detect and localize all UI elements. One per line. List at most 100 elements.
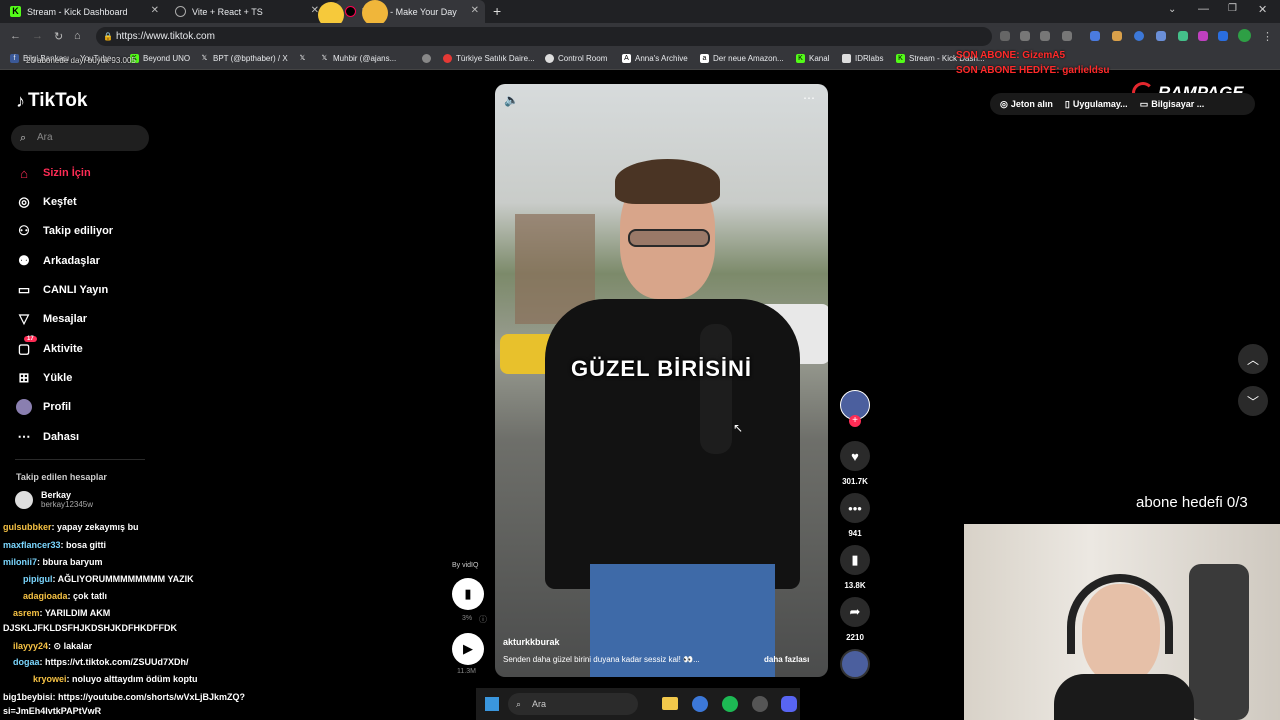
plus-square-icon: ⊞ [18,370,30,385]
extension-icon[interactable] [1090,31,1100,41]
sidepanel-icon[interactable] [1218,31,1228,41]
nav-following[interactable]: ⚇ Takip ediliyor [15,220,113,242]
chat-text: : YARILDIM AKM [39,608,111,618]
chat-message: gulsubbker: yapay zekaymış bu [3,522,139,532]
app-icon[interactable] [752,696,768,712]
desktop-app-button[interactable]: Bilgisayar ... [1151,99,1204,109]
bookmark-item[interactable]: Türkiye Satılık Daire... [443,54,535,63]
extension-icon[interactable] [1112,31,1122,41]
nav-activity[interactable]: ▢ 17 Aktivite [15,336,83,360]
home-icon[interactable]: ⌂ [74,30,81,42]
chat-user: kryowei [33,674,67,684]
chrome-icon[interactable] [692,696,708,712]
menu-icon[interactable]: ⋮ [1262,30,1273,43]
bookmark-item[interactable]: a Der neue Amazon... [700,54,784,63]
nav-more[interactable]: ⋯ Dahası [15,426,80,448]
taskbar-search[interactable]: ⌕ Ara [508,693,638,715]
windows-start-icon[interactable] [485,697,499,711]
get-app-button[interactable]: Uygulamay... [1073,99,1128,109]
tab-kick-dashboard[interactable]: K Stream - Kick Dashboard ✕ [0,0,165,23]
comment-button[interactable]: ••• [840,493,870,523]
bookmark-label: BPT (@bpthaber) / X [213,54,288,63]
ellipsis-icon: ⋯ [17,429,31,444]
follow-plus-icon[interactable]: + [849,415,861,427]
tab-tiktok[interactable]: TikTok - Make Your Day ✕ [335,0,485,23]
nav-upload[interactable]: ⊞ Yükle [15,367,73,389]
volume-icon[interactable]: 🔈 [504,93,519,107]
chat-text: : ⊙ lakalar [48,641,93,651]
nav-messages[interactable]: ▽ Mesajlar [15,308,87,330]
more-link[interactable]: daha fazlası [764,655,809,664]
bookmark-item[interactable]: A Anna's Archive [622,54,688,63]
nav-for-you[interactable]: ⌂ Sizin İçin [15,162,91,184]
search-input[interactable]: ⌕ Ara [11,125,149,151]
followed-accounts-title: Takip edilen hesaplar [16,472,107,482]
translate-icon[interactable] [1020,31,1030,41]
extension-icon[interactable] [1198,31,1208,41]
minimize-icon[interactable]: — [1198,3,1209,15]
bookmark-item[interactable]: Control Room [545,54,607,63]
nav-live[interactable]: ▭ CANLI Yayın [15,279,108,301]
search-placeholder: Ara [37,132,53,143]
tab-search-icon[interactable]: ⌄ [1168,4,1176,15]
followed-account[interactable]: Berkay berkay12345w [15,490,93,509]
bookmark-label: Kanal [809,54,830,63]
music-disc-avatar[interactable] [840,649,870,679]
url-input[interactable]: 🔒 https://www.tiktok.com [96,27,992,46]
vidiq-play-button[interactable]: ▶ [452,633,484,665]
tab-vite[interactable]: Vite + React + TS ✕ [165,0,325,23]
new-tab-button[interactable]: + [493,3,501,19]
close-window-icon[interactable]: ✕ [1258,3,1267,16]
back-icon[interactable]: ← [10,30,21,42]
forward-icon[interactable]: → [32,30,43,42]
bookmark-item[interactable] [422,54,435,63]
nav-profile[interactable]: Profil [15,396,71,418]
nav-label: Aktivite [43,343,83,355]
activity-icon: ▢ 17 [15,336,37,358]
more-options-icon[interactable]: ⋯ [803,91,815,105]
share-icon[interactable] [1040,31,1050,41]
video-description: Senden daha güzel birini duyana kadar se… [503,655,700,664]
paper-plane-icon: ▽ [19,311,29,326]
extension-icon[interactable] [1134,31,1144,41]
discord-icon[interactable] [781,696,797,712]
nav-explore[interactable]: ◎ Keşfet [15,191,76,213]
puzzle-icon[interactable] [1156,31,1166,41]
reload-icon[interactable]: ↻ [54,30,63,43]
save-button[interactable]: ▮ [840,545,870,575]
spotify-icon[interactable] [722,696,738,712]
close-icon[interactable]: ✕ [151,5,159,16]
bookmark-item[interactable]: 𝕏 BPT (@bpthaber) / X [200,54,288,63]
close-icon[interactable]: ✕ [471,5,479,16]
info-icon[interactable]: ⓘ [479,614,487,625]
like-button[interactable]: ♥ [840,441,870,471]
comment-icon: ••• [848,500,862,516]
chat-user: big1beybisi [3,692,53,702]
download-icon[interactable] [1000,31,1010,41]
maximize-icon[interactable]: ❐ [1228,3,1237,14]
video-player[interactable]: GÜZEL BİRİSİNİ 🔈 ⋯ akturkkburak Senden d… [495,84,828,677]
bookmark-item[interactable]: IDRlabs [842,54,883,63]
bookmark-item[interactable]: K Beyond UNO [130,54,190,63]
share-button[interactable]: ➦ [840,597,870,627]
bookmark-item[interactable]: 𝕏 Muhbir (@ajans... [320,54,397,63]
previous-video-button[interactable]: ︿ [1238,344,1268,374]
next-video-button[interactable]: ﹀ [1238,386,1268,416]
user-plus-icon: ⚇ [18,223,30,238]
profile-avatar[interactable] [1238,29,1251,42]
bookmark-star-icon[interactable] [1062,31,1072,41]
nav-friends[interactable]: ⚉ Arkadaşlar [15,250,100,272]
vidiq-stats-button[interactable]: ▮ [452,578,484,610]
chat-message: asrem: YARILDIM AKM [3,608,110,618]
bookmark-item[interactable]: K Kanal [796,54,829,63]
get-coins-button[interactable]: Jeton alın [1011,99,1053,109]
chat-text: : bosa gitti [60,540,107,550]
extension-icon[interactable] [1178,31,1188,41]
file-explorer-icon[interactable] [662,697,678,710]
bookmark-label: Anna's Archive [635,54,688,63]
chat-message: big1beybisi: https://youtube.com/shorts/… [3,690,278,718]
video-author[interactable]: akturkkburak [503,637,560,647]
chat-text: : AĞLIYORUMMMMMMMM YAZIK [52,574,194,584]
tiktok-logo[interactable]: ♪ TikTok [16,90,87,112]
bookmark-item[interactable]: 𝕏 [298,54,311,63]
